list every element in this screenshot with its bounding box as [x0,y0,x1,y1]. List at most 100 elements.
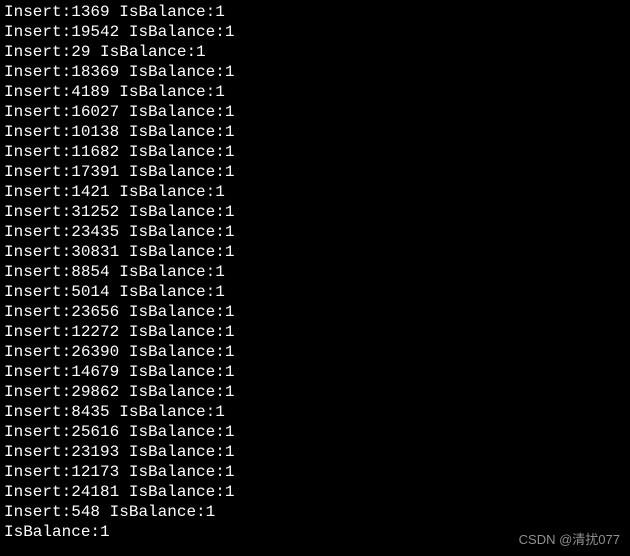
balance-label: IsBalance: [129,123,225,141]
balance-value: 1 [225,163,235,181]
terminal-line: Insert:1421 IsBalance:1 [4,182,626,202]
terminal-line: Insert:10138 IsBalance:1 [4,122,626,142]
insert-label: Insert: [4,123,71,141]
balance-value: 1 [196,43,206,61]
balance-value: 1 [225,123,235,141]
insert-value: 25616 [71,423,119,441]
insert-label: Insert: [4,323,71,341]
terminal-line: Insert:23656 IsBalance:1 [4,302,626,322]
insert-label: Insert: [4,183,71,201]
balance-value: 1 [225,223,235,241]
balance-value: 1 [225,383,235,401]
terminal-line: Insert:31252 IsBalance:1 [4,202,626,222]
insert-value: 30831 [71,243,119,261]
watermark-text: CSDN @清扰077 [519,530,620,550]
balance-value: 1 [225,203,235,221]
insert-label: Insert: [4,3,71,21]
insert-label: Insert: [4,303,71,321]
insert-label: Insert: [4,283,71,301]
balance-value: 1 [225,363,235,381]
insert-value: 31252 [71,203,119,221]
insert-label: Insert: [4,383,71,401]
terminal-line: Insert:14679 IsBalance:1 [4,362,626,382]
terminal-line: Insert:26390 IsBalance:1 [4,342,626,362]
terminal-line: Insert:16027 IsBalance:1 [4,102,626,122]
balance-label: IsBalance: [129,63,225,81]
insert-value: 16027 [71,103,119,121]
balance-label: IsBalance: [119,183,215,201]
balance-value: 1 [225,143,235,161]
insert-value: 12173 [71,463,119,481]
insert-value: 23193 [71,443,119,461]
insert-label: Insert: [4,403,71,421]
balance-value: 1 [215,283,225,301]
insert-label: Insert: [4,163,71,181]
balance-label: IsBalance: [129,483,225,501]
balance-value: 1 [225,103,235,121]
terminal-line: Insert:5014 IsBalance:1 [4,282,626,302]
balance-value: 1 [225,483,235,501]
terminal-line: Insert:29862 IsBalance:1 [4,382,626,402]
insert-value: 29862 [71,383,119,401]
insert-value: 10138 [71,123,119,141]
balance-value: 1 [206,503,216,521]
insert-value: 29 [71,43,90,61]
balance-label: IsBalance: [119,403,215,421]
insert-label: Insert: [4,363,71,381]
balance-value: 1 [225,343,235,361]
terminal-output: Insert:1369 IsBalance:1Insert:19542 IsBa… [4,2,626,542]
insert-label: Insert: [4,483,71,501]
balance-value: 1 [225,323,235,341]
terminal-line: Insert:4189 IsBalance:1 [4,82,626,102]
terminal-line: Insert:19542 IsBalance:1 [4,22,626,42]
insert-value: 1421 [71,183,109,201]
terminal-line: Insert:24181 IsBalance:1 [4,482,626,502]
balance-value: 1 [225,423,235,441]
balance-label: IsBalance: [129,343,225,361]
terminal-line: Insert:12272 IsBalance:1 [4,322,626,342]
balance-value: 1 [225,23,235,41]
balance-label: IsBalance: [129,163,225,181]
balance-label: IsBalance: [129,443,225,461]
insert-label: Insert: [4,43,71,61]
balance-value: 1 [215,263,225,281]
insert-value: 23656 [71,303,119,321]
balance-label: IsBalance: [129,363,225,381]
insert-value: 17391 [71,163,119,181]
balance-label: IsBalance: [119,263,215,281]
insert-value: 5014 [71,283,109,301]
balance-label: IsBalance: [129,223,225,241]
terminal-line: Insert:29 IsBalance:1 [4,42,626,62]
terminal-line: Insert:23435 IsBalance:1 [4,222,626,242]
insert-value: 23435 [71,223,119,241]
balance-label: IsBalance: [129,383,225,401]
terminal-line: Insert:25616 IsBalance:1 [4,422,626,442]
insert-label: Insert: [4,223,71,241]
balance-label: IsBalance: [110,503,206,521]
balance-value: 1 [215,3,225,21]
balance-label: IsBalance: [129,23,225,41]
balance-value: 1 [225,463,235,481]
insert-value: 8854 [71,263,109,281]
balance-label: IsBalance: [129,143,225,161]
insert-value: 24181 [71,483,119,501]
balance-label: IsBalance: [129,303,225,321]
terminal-line: Insert:23193 IsBalance:1 [4,442,626,462]
insert-value: 18369 [71,63,119,81]
insert-label: Insert: [4,83,71,101]
balance-value: 1 [215,403,225,421]
balance-label: IsBalance: [129,323,225,341]
balance-label: IsBalance: [119,283,215,301]
terminal-line: Insert:8435 IsBalance:1 [4,402,626,422]
insert-label: Insert: [4,103,71,121]
insert-value: 26390 [71,343,119,361]
balance-label: IsBalance: [100,43,196,61]
balance-value: 1 [225,243,235,261]
insert-value: 548 [71,503,100,521]
insert-label: Insert: [4,63,71,81]
insert-label: Insert: [4,423,71,441]
insert-label: Insert: [4,443,71,461]
terminal-line: Insert:1369 IsBalance:1 [4,2,626,22]
insert-value: 4189 [71,83,109,101]
balance-label: IsBalance: [129,103,225,121]
